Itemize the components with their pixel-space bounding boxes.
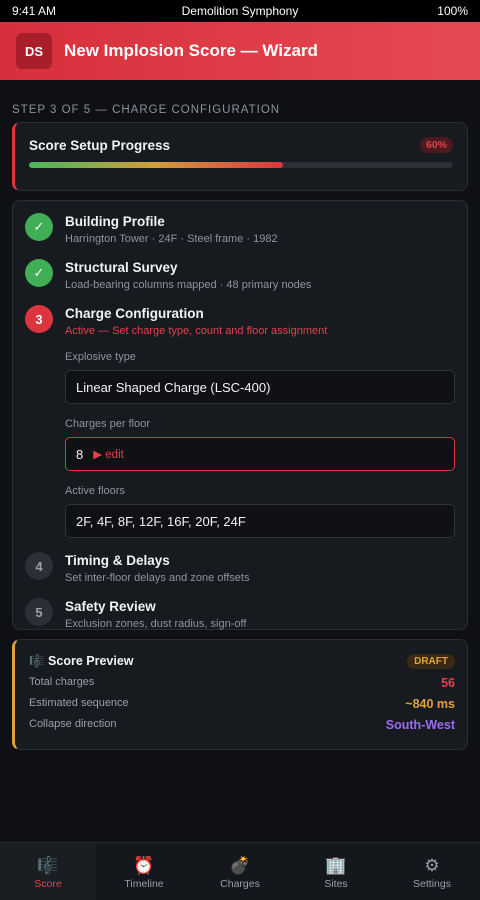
explosive-type-label: Explosive type [65,351,136,363]
explosive-type-value: Linear Shaped Charge (LSC-400) [76,379,271,395]
page-title: New Implosion Score — Wizard [64,41,318,60]
edit-button[interactable]: ▶ edit [93,447,124,461]
check-icon: ✓ [25,213,53,241]
nav-label: Sites [324,877,348,890]
charges-per-floor-input[interactable]: 8 ▶ edit [65,437,455,471]
nav-label: Settings [413,877,451,890]
nav-item-timeline[interactable]: ⏰ Timeline [96,843,192,900]
bottom-nav: 🎼 Score ⏰ Timeline 💣 Charges 🏢 Sites ⚙ S… [0,842,480,900]
nav-label: Score [34,877,62,890]
preview-value: South-West [385,718,455,732]
status-time: 9:41 AM [12,4,57,18]
score-preview-card: 🎼 Score Preview DRAFT Total charges 56 E… [12,639,468,750]
app-header: DS New Implosion Score — Wizard [0,22,480,80]
step-charge-configuration: 3 Charge Configuration Active — Set char… [25,305,455,538]
active-floors-input[interactable]: 2F, 4F, 8F, 12F, 16F, 20F, 24F [65,504,455,538]
step-subtitle: Exclusion zones, dust radius, sign-off [65,618,247,630]
bomb-icon: 💣 [229,855,251,875]
preview-label: Collapse direction [29,718,117,730]
nav-label: Timeline [124,877,164,890]
step-safety-review[interactable]: 5 Safety Review Exclusion zones, dust ra… [25,598,455,630]
step-title: Building Profile [65,214,165,229]
score-preview-title: 🎼 Score Preview [29,654,134,668]
progress-card: Score Setup Progress 60% [12,122,468,191]
active-floors-value: 2F, 4F, 8F, 12F, 16F, 20F, 24F [76,513,246,529]
progress-percent-badge: 60% [419,137,453,153]
status-bar: 9:41 AM Demolition Symphony 100% [0,0,480,22]
active-floors-label: Active floors [65,485,125,497]
step-number-icon: 3 [25,305,53,333]
step-title: Structural Survey [65,260,178,275]
nav-item-charges[interactable]: 💣 Charges [192,843,288,900]
charges-per-floor-value: 8 [76,446,84,462]
progress-title: Score Setup Progress [29,137,171,153]
step-indicator: STEP 3 OF 5 — CHARGE CONFIGURATION [12,104,281,116]
step-building-profile[interactable]: ✓ Building Profile Harrington Tower · 24… [25,213,455,245]
step-title: Timing & Delays [65,553,170,568]
preview-row-collapse-direction: Collapse direction South-West [29,718,455,732]
explosive-type-select[interactable]: Linear Shaped Charge (LSC-400) [65,370,455,404]
check-icon: ✓ [25,259,53,287]
wizard-steps: ✓ Building Profile Harrington Tower · 24… [12,200,468,630]
nav-item-settings[interactable]: ⚙ Settings [384,843,480,900]
preview-row-total-charges: Total charges 56 [29,676,455,690]
preview-row-estimated-sequence: Estimated sequence ~840 ms [29,697,455,711]
preview-label: Total charges [29,676,95,688]
status-battery: 100% [437,4,468,18]
step-number-icon: 4 [25,552,53,580]
draft-badge: DRAFT [407,654,455,669]
gear-icon: ⚙ [424,855,440,875]
preview-label: Estimated sequence [29,697,129,709]
step-subtitle: Active — Set charge type, count and floo… [65,325,328,337]
avatar[interactable]: DS [16,33,52,69]
step-structural-survey[interactable]: ✓ Structural Survey Load-bearing columns… [25,259,455,291]
nav-label: Charges [220,877,260,890]
step-title: Charge Configuration [65,306,204,321]
preview-value: ~840 ms [405,697,455,711]
alarm-clock-icon: ⏰ [133,855,155,875]
preview-value: 56 [441,676,455,690]
step-timing-delays[interactable]: 4 Timing & Delays Set inter-floor delays… [25,552,455,584]
building-icon: 🏢 [325,855,347,875]
status-app-name: Demolition Symphony [181,4,299,18]
step-subtitle: Set inter-floor delays and zone offsets [65,572,250,584]
step-title: Safety Review [65,599,156,614]
nav-item-score[interactable]: 🎼 Score [0,843,96,900]
step-number-icon: 5 [25,598,53,626]
progress-bar [29,162,453,168]
progress-bar-fill [29,162,284,168]
nav-item-sites[interactable]: 🏢 Sites [288,843,384,900]
step-subtitle: Harrington Tower · 24F · Steel frame · 1… [65,233,278,245]
score-icon: 🎼 [37,855,59,875]
charges-per-floor-label: Charges per floor [65,418,150,430]
step-subtitle: Load-bearing columns mapped · 48 primary… [65,279,312,291]
